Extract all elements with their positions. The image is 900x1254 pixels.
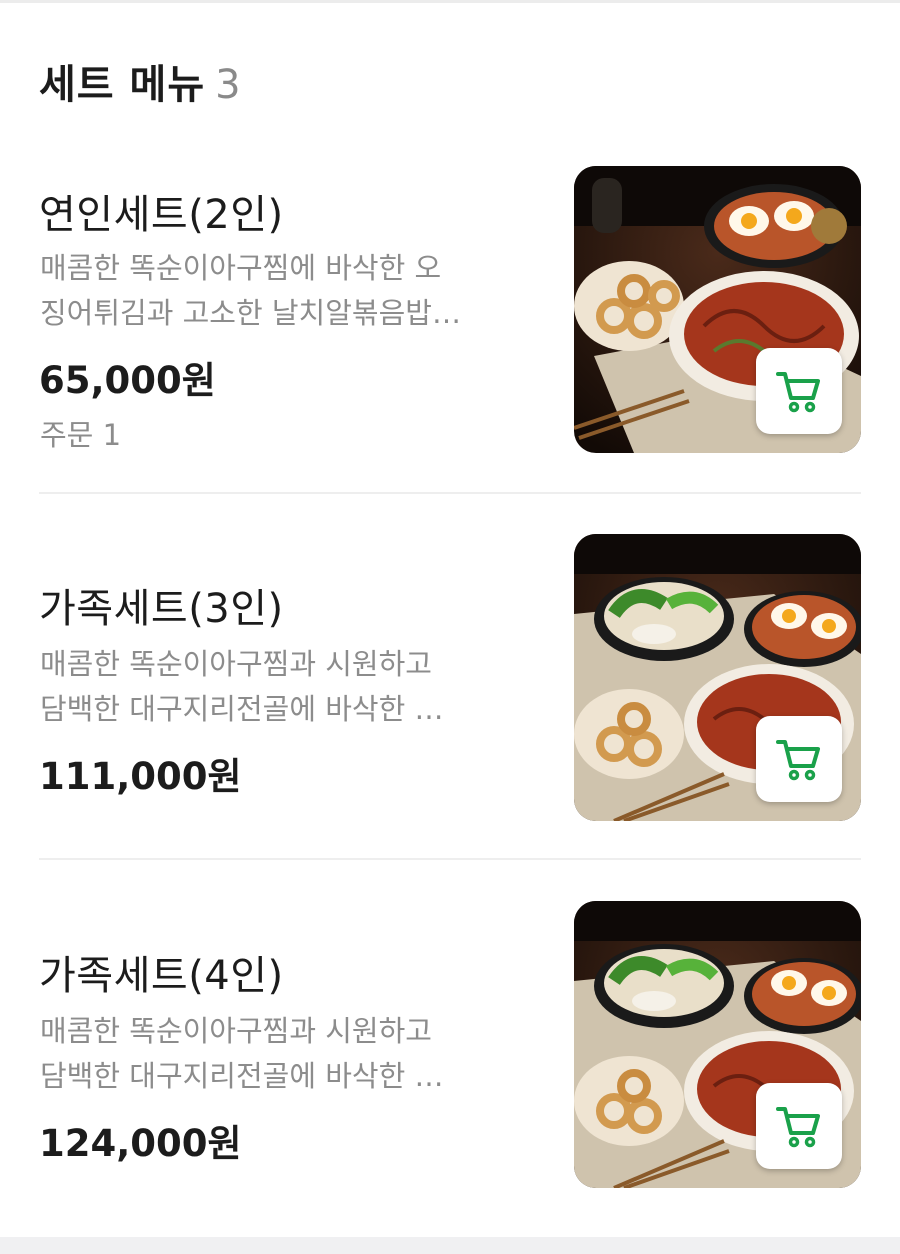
cart-icon xyxy=(776,372,820,413)
menu-item-price: 124,000원 xyxy=(39,1122,242,1165)
cart-icon xyxy=(776,740,820,781)
menu-item-description: 매콤한 똑순이아구찜과 시원하고 담백한 대구지리전골에 바삭한 … xyxy=(40,642,540,732)
section-count: 3 xyxy=(215,62,242,108)
bottom-bar xyxy=(0,1237,900,1254)
description-line: 매콤한 똑순이아구찜에 바삭한 오 xyxy=(40,251,442,285)
order-count: 주문 1 xyxy=(40,418,122,452)
menu-item-name: 가족세트(4인) xyxy=(39,953,284,999)
menu-item-description: 매콤한 똑순이아구찜에 바삭한 오 징어튀김과 고소한 날치알볶음밥… xyxy=(40,246,540,336)
menu-item-price: 65,000원 xyxy=(39,359,216,402)
menu-item-name: 연인세트(2인) xyxy=(39,192,284,238)
menu-item-photo[interactable] xyxy=(574,901,861,1188)
description-line: 담백한 대구지리전골에 바삭한 … xyxy=(40,692,444,726)
add-to-cart-button[interactable] xyxy=(756,716,842,802)
menu-item-photo[interactable] xyxy=(574,166,861,453)
description-line: 담백한 대구지리전골에 바삭한 … xyxy=(40,1059,444,1093)
menu-item-family-set-4[interactable]: 가족세트(4인) 매콤한 똑순이아구찜과 시원하고 담백한 대구지리전골에 바삭… xyxy=(0,895,900,1195)
section-title-text: 세트 메뉴 xyxy=(39,62,206,108)
add-to-cart-button[interactable] xyxy=(756,348,842,434)
menu-item-photo[interactable] xyxy=(574,534,861,821)
menu-item-price: 111,000원 xyxy=(39,755,242,798)
cart-icon xyxy=(776,1107,820,1148)
item-divider xyxy=(39,492,861,494)
top-divider xyxy=(0,0,900,3)
item-divider xyxy=(39,858,861,860)
description-line: 징어튀김과 고소한 날치알볶음밥… xyxy=(40,296,461,330)
description-line: 매콤한 똑순이아구찜과 시원하고 xyxy=(40,1014,432,1048)
description-line: 매콤한 똑순이아구찜과 시원하고 xyxy=(40,647,432,681)
menu-item-couple-set[interactable]: 연인세트(2인) 매콤한 똑순이아구찜에 바삭한 오 징어튀김과 고소한 날치알… xyxy=(0,160,900,460)
menu-item-description: 매콤한 똑순이아구찜과 시원하고 담백한 대구지리전골에 바삭한 … xyxy=(40,1009,540,1099)
menu-item-family-set-3[interactable]: 가족세트(3인) 매콤한 똑순이아구찜과 시원하고 담백한 대구지리전골에 바삭… xyxy=(0,528,900,828)
menu-item-name: 가족세트(3인) xyxy=(39,586,284,632)
section-title: 세트 메뉴 3 xyxy=(39,52,242,110)
add-to-cart-button[interactable] xyxy=(756,1083,842,1169)
